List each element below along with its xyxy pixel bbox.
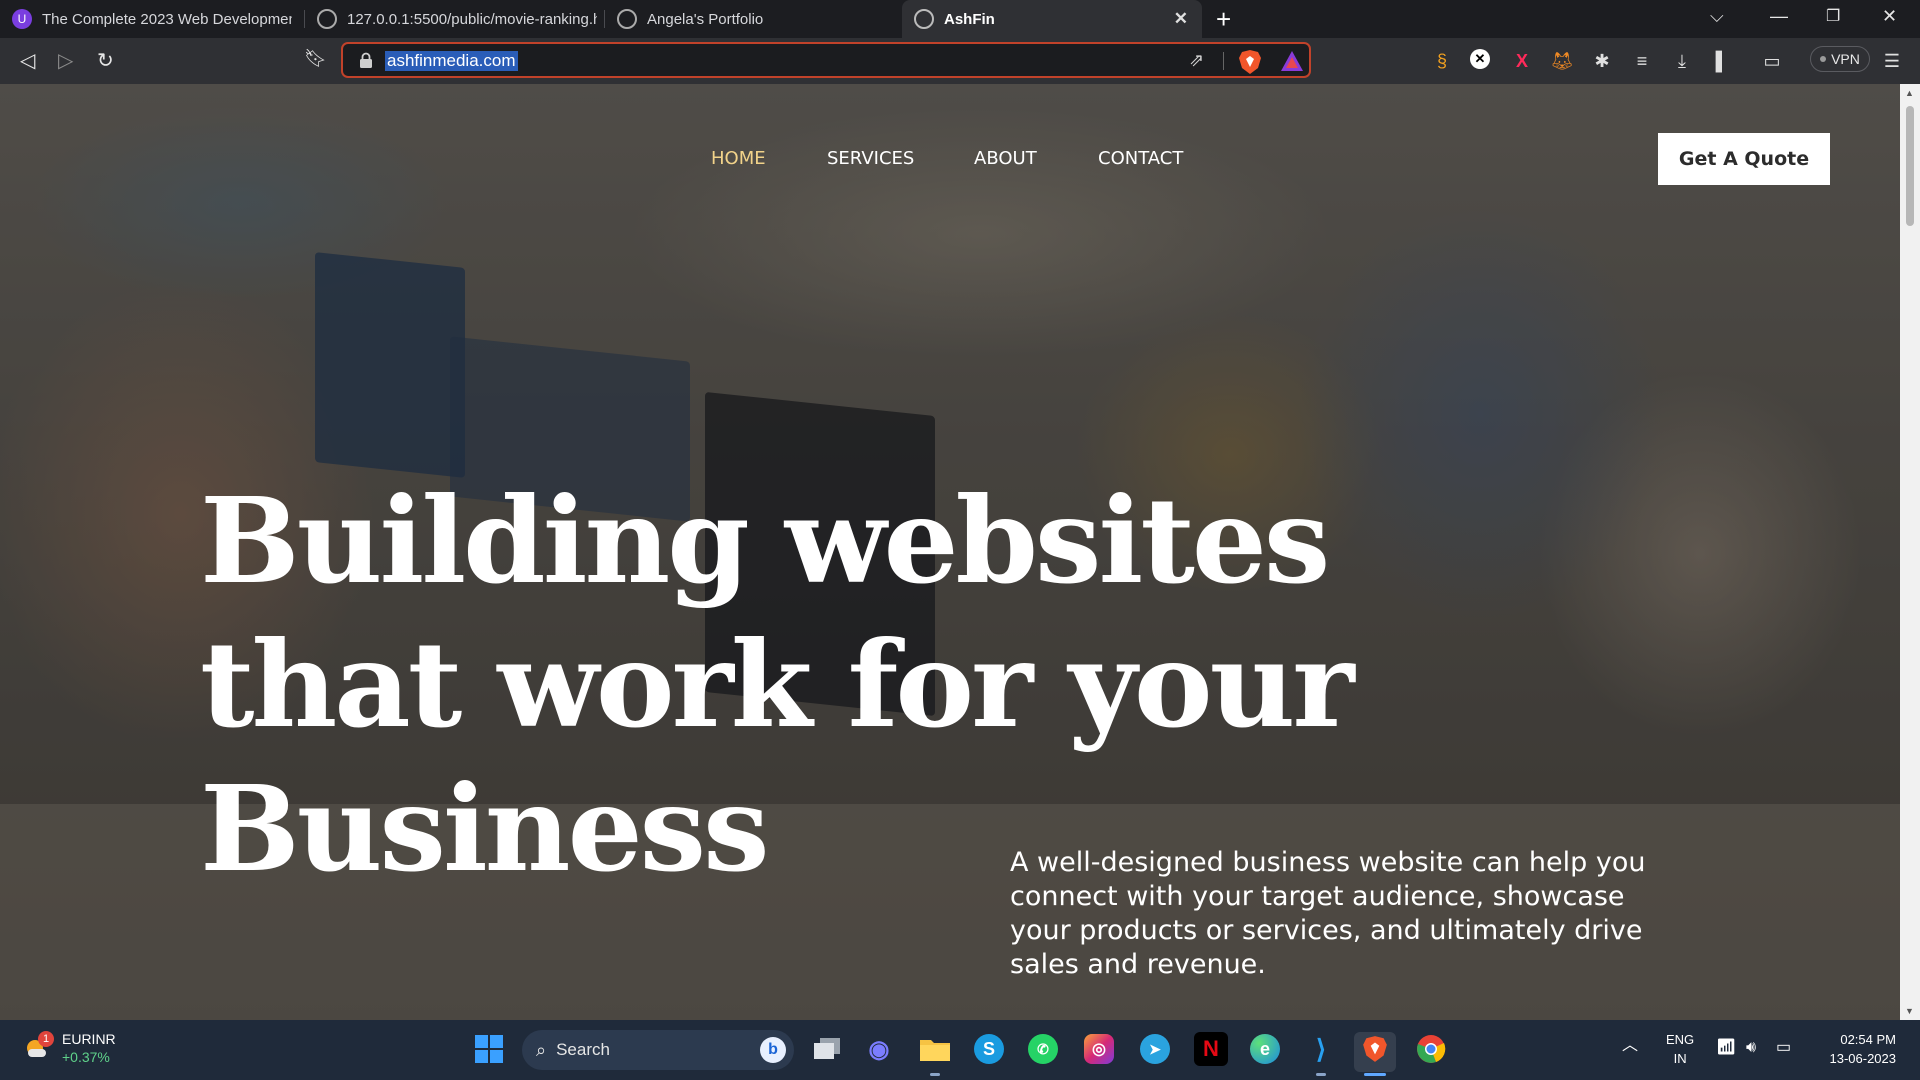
metamask-icon[interactable]: 🦊︎	[1550, 49, 1574, 73]
wallet-icon[interactable]: ▭	[1760, 49, 1784, 73]
bing-icon[interactable]: b	[760, 1037, 786, 1063]
brave-icon[interactable]	[1358, 1032, 1392, 1066]
restore-icon[interactable]: ❐	[1826, 6, 1840, 26]
stocks-widget[interactable]: 1 EURINR +0.37%	[24, 1030, 116, 1066]
chrome-icon[interactable]	[1414, 1032, 1448, 1066]
search-icon: ⌕	[536, 1039, 547, 1060]
minimize-icon[interactable]: —	[1770, 6, 1788, 27]
clock-date: 13-06-2023	[1829, 1051, 1897, 1066]
start-icon[interactable]	[472, 1032, 506, 1066]
volume-icon[interactable]: 🔊︎	[1746, 1038, 1756, 1057]
extension-red-x-icon[interactable]: X	[1510, 49, 1534, 73]
whatsapp-icon[interactable]: ✆	[1028, 1034, 1058, 1064]
share-icon[interactable]: ⇗	[1189, 50, 1204, 71]
running-indicator	[930, 1073, 940, 1076]
globe-icon	[914, 9, 934, 29]
download-icon[interactable]: ⤓	[1670, 49, 1694, 73]
instagram-icon[interactable]: ◎	[1084, 1034, 1114, 1064]
get-a-quote-button[interactable]: Get A Quote	[1658, 133, 1830, 185]
tab-search-chevron-icon[interactable]: ⌵	[1710, 6, 1724, 27]
widget-change: +0.37%	[62, 1049, 110, 1065]
nav-contact[interactable]: CONTACT	[1098, 148, 1183, 169]
globe-icon	[617, 9, 637, 29]
bookmark-icon[interactable]: 🔖︎	[304, 48, 327, 69]
tab-title: The Complete 2023 Web Development	[42, 10, 292, 28]
taskbar-search[interactable]: ⌕ Search b	[522, 1030, 794, 1070]
close-tab-icon[interactable]: ✕	[1174, 9, 1188, 29]
sidebar-icon[interactable]: ▌	[1710, 49, 1734, 73]
windows-taskbar: 1 EURINR +0.37% ⌕ Search b ◉ S ✆ ◎ ➤ N e…	[0, 1020, 1920, 1080]
tab-title: Angela's Portfolio	[647, 10, 764, 28]
extensions-puzzle-icon[interactable]: ✱	[1590, 49, 1614, 73]
vpn-status-dot	[1820, 56, 1827, 62]
active-indicator	[1364, 1073, 1386, 1076]
tab-angelas-portfolio[interactable]: Angela's Portfolio	[605, 0, 905, 38]
language-label: ENG	[1666, 1032, 1695, 1047]
extension-x-icon[interactable]: ✕	[1470, 49, 1490, 69]
wifi-icon[interactable]: 📶︎	[1716, 1038, 1736, 1057]
vscode-icon[interactable]: ⟩	[1304, 1032, 1338, 1066]
nav-home[interactable]: HOME	[711, 148, 766, 169]
file-explorer-icon[interactable]	[918, 1032, 952, 1066]
page-viewport: HOME SERVICES ABOUT CONTACT Get A Quote …	[0, 84, 1900, 1020]
skype-icon[interactable]: S	[974, 1034, 1004, 1064]
battery-icon[interactable]: ▭	[1776, 1038, 1791, 1057]
tab-ashfin[interactable]: AshFin ✕	[902, 0, 1202, 38]
menu-icon[interactable]: ☰	[1880, 49, 1904, 73]
hero-headline: Building websites that work for your Bus…	[200, 471, 1355, 898]
close-window-icon[interactable]: ✕	[1882, 6, 1897, 27]
search-label: Search	[556, 1040, 610, 1059]
browser-tab-strip: U The Complete 2023 Web Development 127.…	[0, 0, 1920, 38]
language-indicator[interactable]: ENG IN	[1666, 1030, 1694, 1068]
tab-title: 127.0.0.1:5500/public/movie-ranking.h	[347, 10, 597, 28]
brave-shields-icon[interactable]	[1238, 49, 1262, 75]
meet-icon[interactable]: ◉	[862, 1032, 896, 1066]
clock[interactable]: 02:54 PM 13-06-2023	[1816, 1030, 1897, 1068]
extension-s-icon[interactable]: §	[1430, 49, 1454, 73]
tab-web-development[interactable]: U The Complete 2023 Web Development	[0, 0, 305, 38]
show-hidden-icons-chevron-icon[interactable]: ︿	[1622, 1036, 1638, 1055]
hero-subtext: A well-designed business website can hel…	[1010, 847, 1646, 980]
reload-icon[interactable]: ↻	[97, 48, 114, 73]
browser-toolbar: ◁ ▷ ↻ 🔖︎ ashfinmedia.com ⇗ § ✕ X 🦊︎ ✱ ≡ …	[0, 38, 1920, 84]
tab-title: AshFin	[944, 10, 995, 28]
edge-icon[interactable]: e	[1250, 1034, 1280, 1064]
brave-rewards-icon[interactable]	[1280, 50, 1304, 72]
scroll-down-icon[interactable]: ▼	[1905, 1006, 1914, 1016]
page-scrollbar[interactable]: ▲ ▼	[1900, 84, 1920, 1020]
address-bar[interactable]: ashfinmedia.com ⇗	[341, 42, 1311, 78]
globe-icon	[317, 9, 337, 29]
running-indicator	[1316, 1073, 1326, 1076]
widget-symbol: EURINR	[62, 1031, 116, 1047]
udemy-icon: U	[12, 9, 32, 29]
tab-movie-ranking[interactable]: 127.0.0.1:5500/public/movie-ranking.h	[305, 0, 605, 38]
netflix-icon[interactable]: N	[1194, 1032, 1228, 1066]
region-label: IN	[1673, 1051, 1687, 1066]
forward-icon[interactable]: ▷	[58, 48, 73, 73]
clock-time: 02:54 PM	[1840, 1032, 1896, 1047]
playlist-icon[interactable]: ≡	[1630, 49, 1654, 73]
new-tab-button[interactable]: +	[1216, 4, 1231, 35]
url-text[interactable]: ashfinmedia.com	[385, 51, 518, 71]
nav-services[interactable]: SERVICES	[827, 148, 914, 169]
vpn-button[interactable]: VPN	[1810, 46, 1870, 72]
divider	[1223, 52, 1224, 70]
weather-widget-icon: 1	[24, 1031, 54, 1061]
lock-icon	[360, 52, 372, 68]
telegram-icon[interactable]: ➤	[1140, 1034, 1170, 1064]
vpn-label: VPN	[1831, 51, 1860, 67]
nav-about[interactable]: ABOUT	[974, 148, 1037, 169]
task-view-icon[interactable]	[810, 1032, 844, 1066]
scroll-up-icon[interactable]: ▲	[1905, 88, 1914, 98]
scrollbar-thumb[interactable]	[1906, 106, 1914, 226]
back-icon[interactable]: ◁	[20, 48, 35, 73]
notification-badge: 1	[38, 1031, 54, 1047]
